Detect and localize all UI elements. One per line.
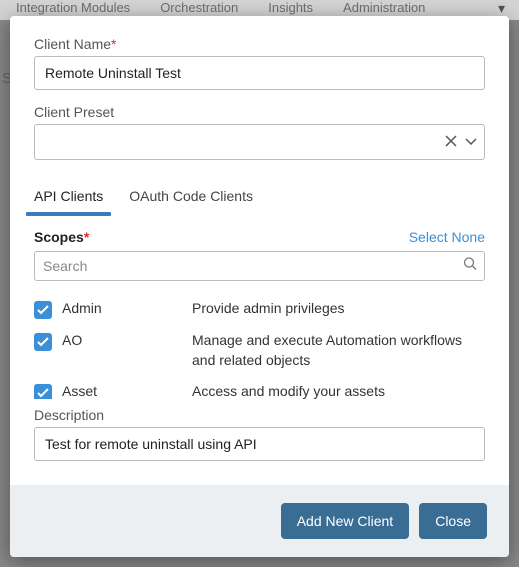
modal-footer: Add New Client Close bbox=[10, 485, 509, 557]
client-type-tabs: API Clients OAuth Code Clients bbox=[34, 180, 485, 215]
scopes-search bbox=[34, 251, 485, 281]
scope-desc: Provide admin privileges bbox=[192, 299, 485, 319]
search-icon[interactable] bbox=[463, 257, 477, 276]
nav-item[interactable]: Administration bbox=[343, 0, 425, 15]
description-field: Description bbox=[34, 407, 485, 461]
required-asterisk: * bbox=[84, 229, 89, 245]
scopes-title: Scopes* bbox=[34, 229, 89, 245]
client-name-input[interactable] bbox=[34, 56, 485, 90]
add-new-client-button[interactable]: Add New Client bbox=[281, 503, 410, 539]
scope-checkbox[interactable] bbox=[34, 333, 52, 351]
scope-name: Asset bbox=[62, 382, 182, 399]
close-button[interactable]: Close bbox=[419, 503, 487, 539]
scopes-title-text: Scopes bbox=[34, 229, 84, 245]
scopes-list: Admin Provide admin privileges AO Manage… bbox=[34, 293, 485, 399]
scope-checkbox[interactable] bbox=[34, 301, 52, 319]
modal-body: Client Name* Client Preset API Clients bbox=[10, 16, 509, 485]
client-name-label: Client Name* bbox=[34, 36, 485, 52]
scope-row: Asset Access and modify your assets bbox=[34, 376, 485, 399]
select-none-link[interactable]: Select None bbox=[409, 229, 485, 245]
caret-icon[interactable]: ▾ bbox=[498, 0, 505, 17]
scope-checkbox[interactable] bbox=[34, 384, 52, 399]
client-preset-field: Client Preset bbox=[34, 104, 485, 160]
scope-row: AO Manage and execute Automation workflo… bbox=[34, 325, 485, 376]
client-preset-select[interactable] bbox=[34, 124, 485, 160]
clear-icon[interactable] bbox=[445, 134, 457, 150]
tab-oauth-clients[interactable]: OAuth Code Clients bbox=[129, 180, 253, 214]
chevron-down-icon[interactable] bbox=[465, 138, 477, 146]
description-label: Description bbox=[34, 407, 485, 423]
scopes-header: Scopes* Select None bbox=[34, 229, 485, 245]
nav-item[interactable]: Integration Modules bbox=[16, 0, 130, 15]
client-preset-label: Client Preset bbox=[34, 104, 485, 120]
scope-name: Admin bbox=[62, 299, 182, 316]
description-input[interactable] bbox=[34, 427, 485, 461]
add-client-modal: Client Name* Client Preset API Clients bbox=[10, 16, 509, 557]
tab-api-clients[interactable]: API Clients bbox=[34, 180, 103, 214]
nav-item[interactable]: Orchestration bbox=[160, 0, 238, 15]
label-text: Client Name bbox=[34, 36, 111, 52]
search-input[interactable] bbox=[34, 251, 485, 281]
scope-name: AO bbox=[62, 331, 182, 348]
scope-desc: Access and modify your assets bbox=[192, 382, 485, 399]
scope-desc: Manage and execute Automation workflows … bbox=[192, 331, 485, 370]
nav-item[interactable]: Insights bbox=[268, 0, 313, 15]
required-asterisk: * bbox=[111, 36, 116, 52]
scope-row: Admin Provide admin privileges bbox=[34, 293, 485, 325]
client-name-field: Client Name* bbox=[34, 36, 485, 90]
